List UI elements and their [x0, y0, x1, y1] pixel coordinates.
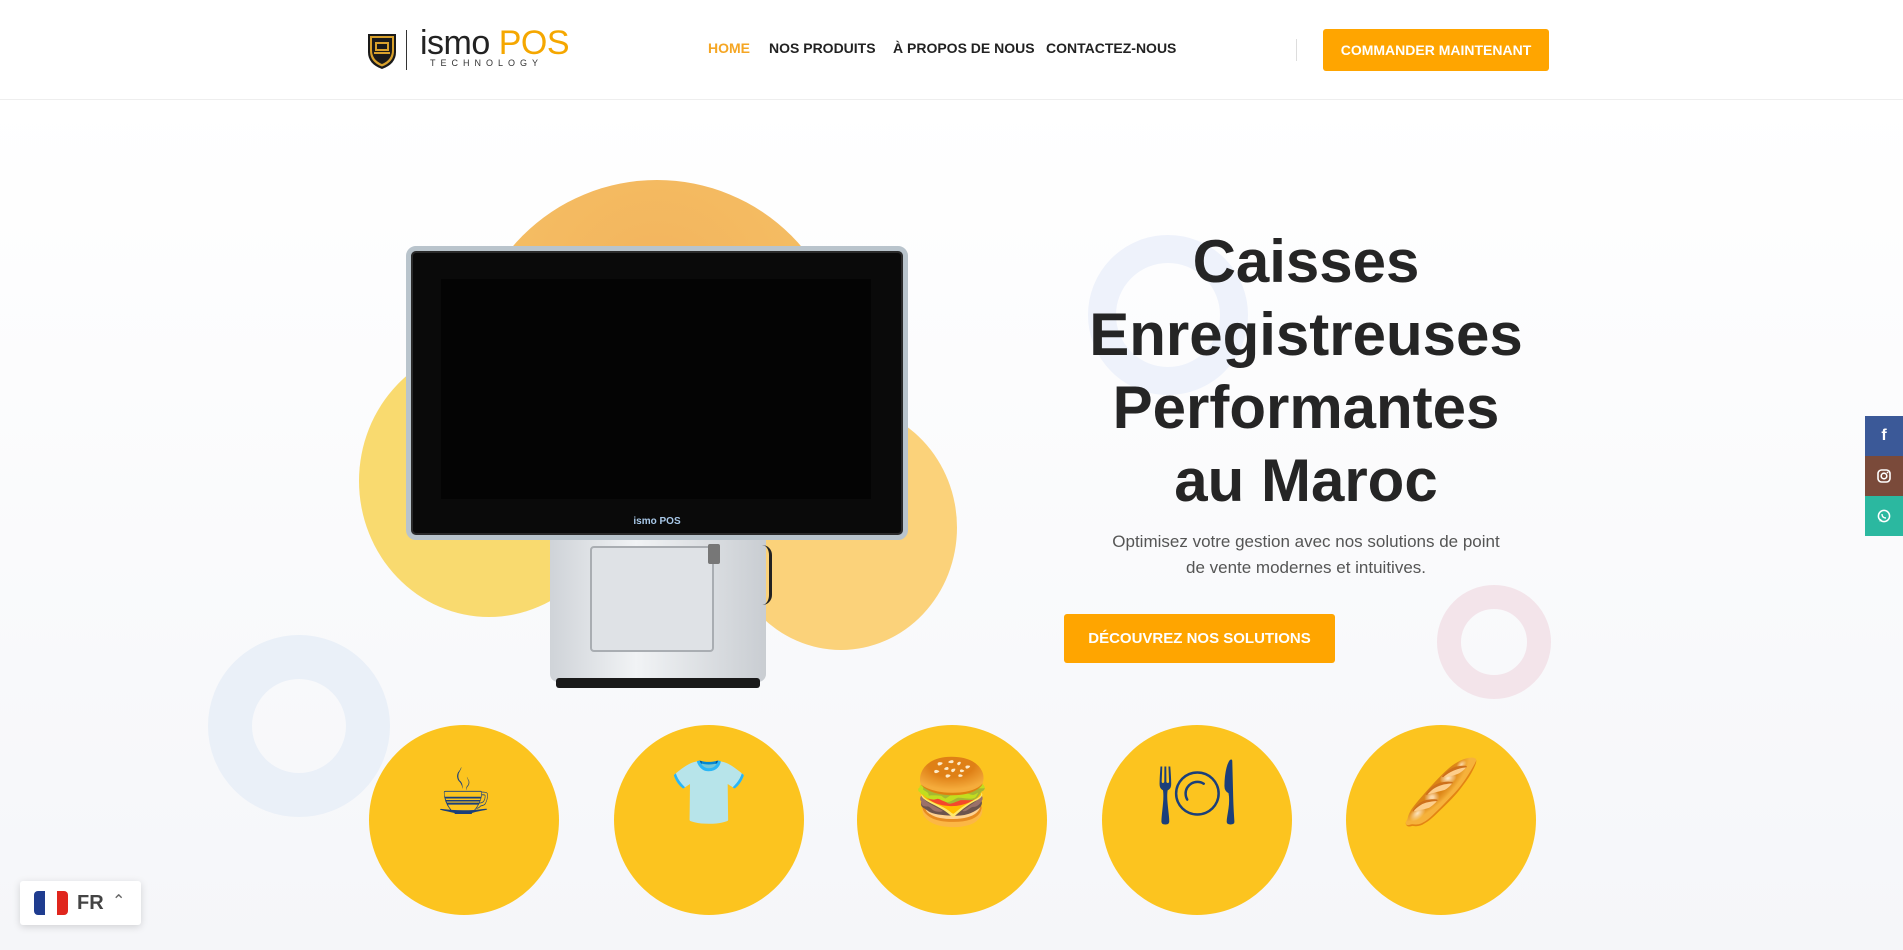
site-header: ismo POS TECHNOLOGY HOME NOS PRODUITS À …: [0, 0, 1903, 100]
hero-title-line: Performantes: [1112, 374, 1500, 441]
tshirt-icon: 👕: [669, 756, 749, 830]
nav-contactez-nous[interactable]: CONTACTEZ-NOUS: [1046, 40, 1176, 60]
hero-title: Caisses Enregistreuses Performantes au M…: [1065, 225, 1547, 517]
site-logo[interactable]: ismo POS TECHNOLOGY: [366, 24, 570, 74]
whatsapp-icon: [1877, 509, 1891, 523]
whatsapp-link[interactable]: [1865, 496, 1903, 536]
decouvrez-solutions-button[interactable]: DÉCOUVREZ NOS SOLUTIONS: [1064, 614, 1335, 663]
device-brand-label: ismo POS: [633, 516, 681, 527]
commander-button[interactable]: COMMANDER MAINTENANT: [1323, 29, 1549, 71]
facebook-link[interactable]: f: [1865, 416, 1903, 456]
logo-separator: [406, 30, 407, 70]
coffee-cup-icon: ☕: [435, 756, 493, 830]
hero-title-line: Enregistreuses: [1089, 301, 1523, 368]
category-boulangerie[interactable]: 🥖: [1346, 725, 1536, 915]
screen-display: [441, 279, 871, 499]
nav-home[interactable]: HOME: [708, 40, 750, 60]
pos-terminal-screen: ismo POS: [406, 246, 908, 540]
chevron-up-icon: ⌃: [112, 891, 126, 910]
pos-cable: [760, 545, 772, 605]
header-divider: [1296, 39, 1297, 61]
plate-dish-icon: 🍽: [1156, 756, 1238, 830]
language-selector[interactable]: FR ⌃: [20, 881, 141, 925]
hero-title-line: au Maroc: [1174, 447, 1438, 514]
pos-terminal-stand: [550, 540, 766, 682]
category-textile[interactable]: 👕: [614, 725, 804, 915]
printer-panel: [590, 546, 714, 652]
decorative-ring: [1437, 585, 1551, 699]
logo-brand-accent: POS: [498, 24, 570, 62]
instagram-link[interactable]: [1865, 456, 1903, 496]
nav-nos-produits[interactable]: NOS PRODUITS: [769, 40, 876, 60]
pos-terminal-base: [556, 678, 760, 688]
logo-brand-main: ismo: [420, 24, 490, 62]
language-code: FR: [77, 892, 104, 914]
decorative-ring: [208, 635, 390, 817]
category-fast-food[interactable]: 🍔: [857, 725, 1047, 915]
burger-icon: 🍔: [912, 756, 992, 830]
nav-a-propos[interactable]: À PROPOS DE NOUS: [893, 40, 1035, 60]
france-flag-icon: [34, 891, 68, 915]
category-restaurant[interactable]: 🍽: [1102, 725, 1292, 915]
instagram-icon: [1877, 469, 1891, 483]
card-slot: [708, 544, 720, 564]
bread-bakery-icon: 🥖: [1401, 756, 1481, 830]
category-cafe[interactable]: ☕: [369, 725, 559, 915]
shield-logo-icon: [368, 34, 396, 69]
facebook-icon: f: [1881, 427, 1887, 444]
hero-title-line: Caisses: [1192, 228, 1420, 295]
hero-subtitle: Optimisez votre gestion avec nos solutio…: [1112, 532, 1500, 577]
logo-tagline: TECHNOLOGY: [430, 58, 544, 68]
